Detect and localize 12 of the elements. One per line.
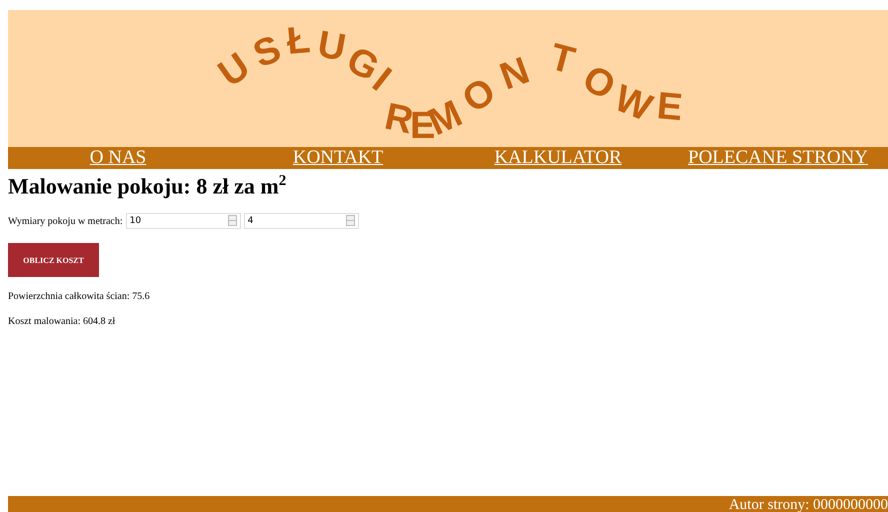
- calculate-button[interactable]: OBLICZ KOSZT: [8, 243, 99, 278]
- nav-link[interactable]: O NAS: [90, 147, 146, 168]
- nav-link[interactable]: POLECANE STRONY: [688, 147, 868, 168]
- result-text: Koszt malowania: 604.8 zł: [8, 316, 116, 328]
- nav-link[interactable]: KONTAKT: [292, 147, 384, 168]
- number-field[interactable]: 4: [244, 213, 359, 230]
- result-text: Powierzchnia całkowita ścian: 75.6: [8, 291, 151, 302]
- field-label: Wymiary pokoju w metrach:: [8, 216, 123, 227]
- author-text: Autor strony: 0000000000: [728, 497, 888, 512]
- number-field[interactable]: 10: [126, 213, 241, 230]
- page-heading: Malowanie pokoju: 8 zł za m$^{2}$: [8, 173, 288, 200]
- nav-link[interactable]: KALKULATOR: [494, 147, 622, 168]
